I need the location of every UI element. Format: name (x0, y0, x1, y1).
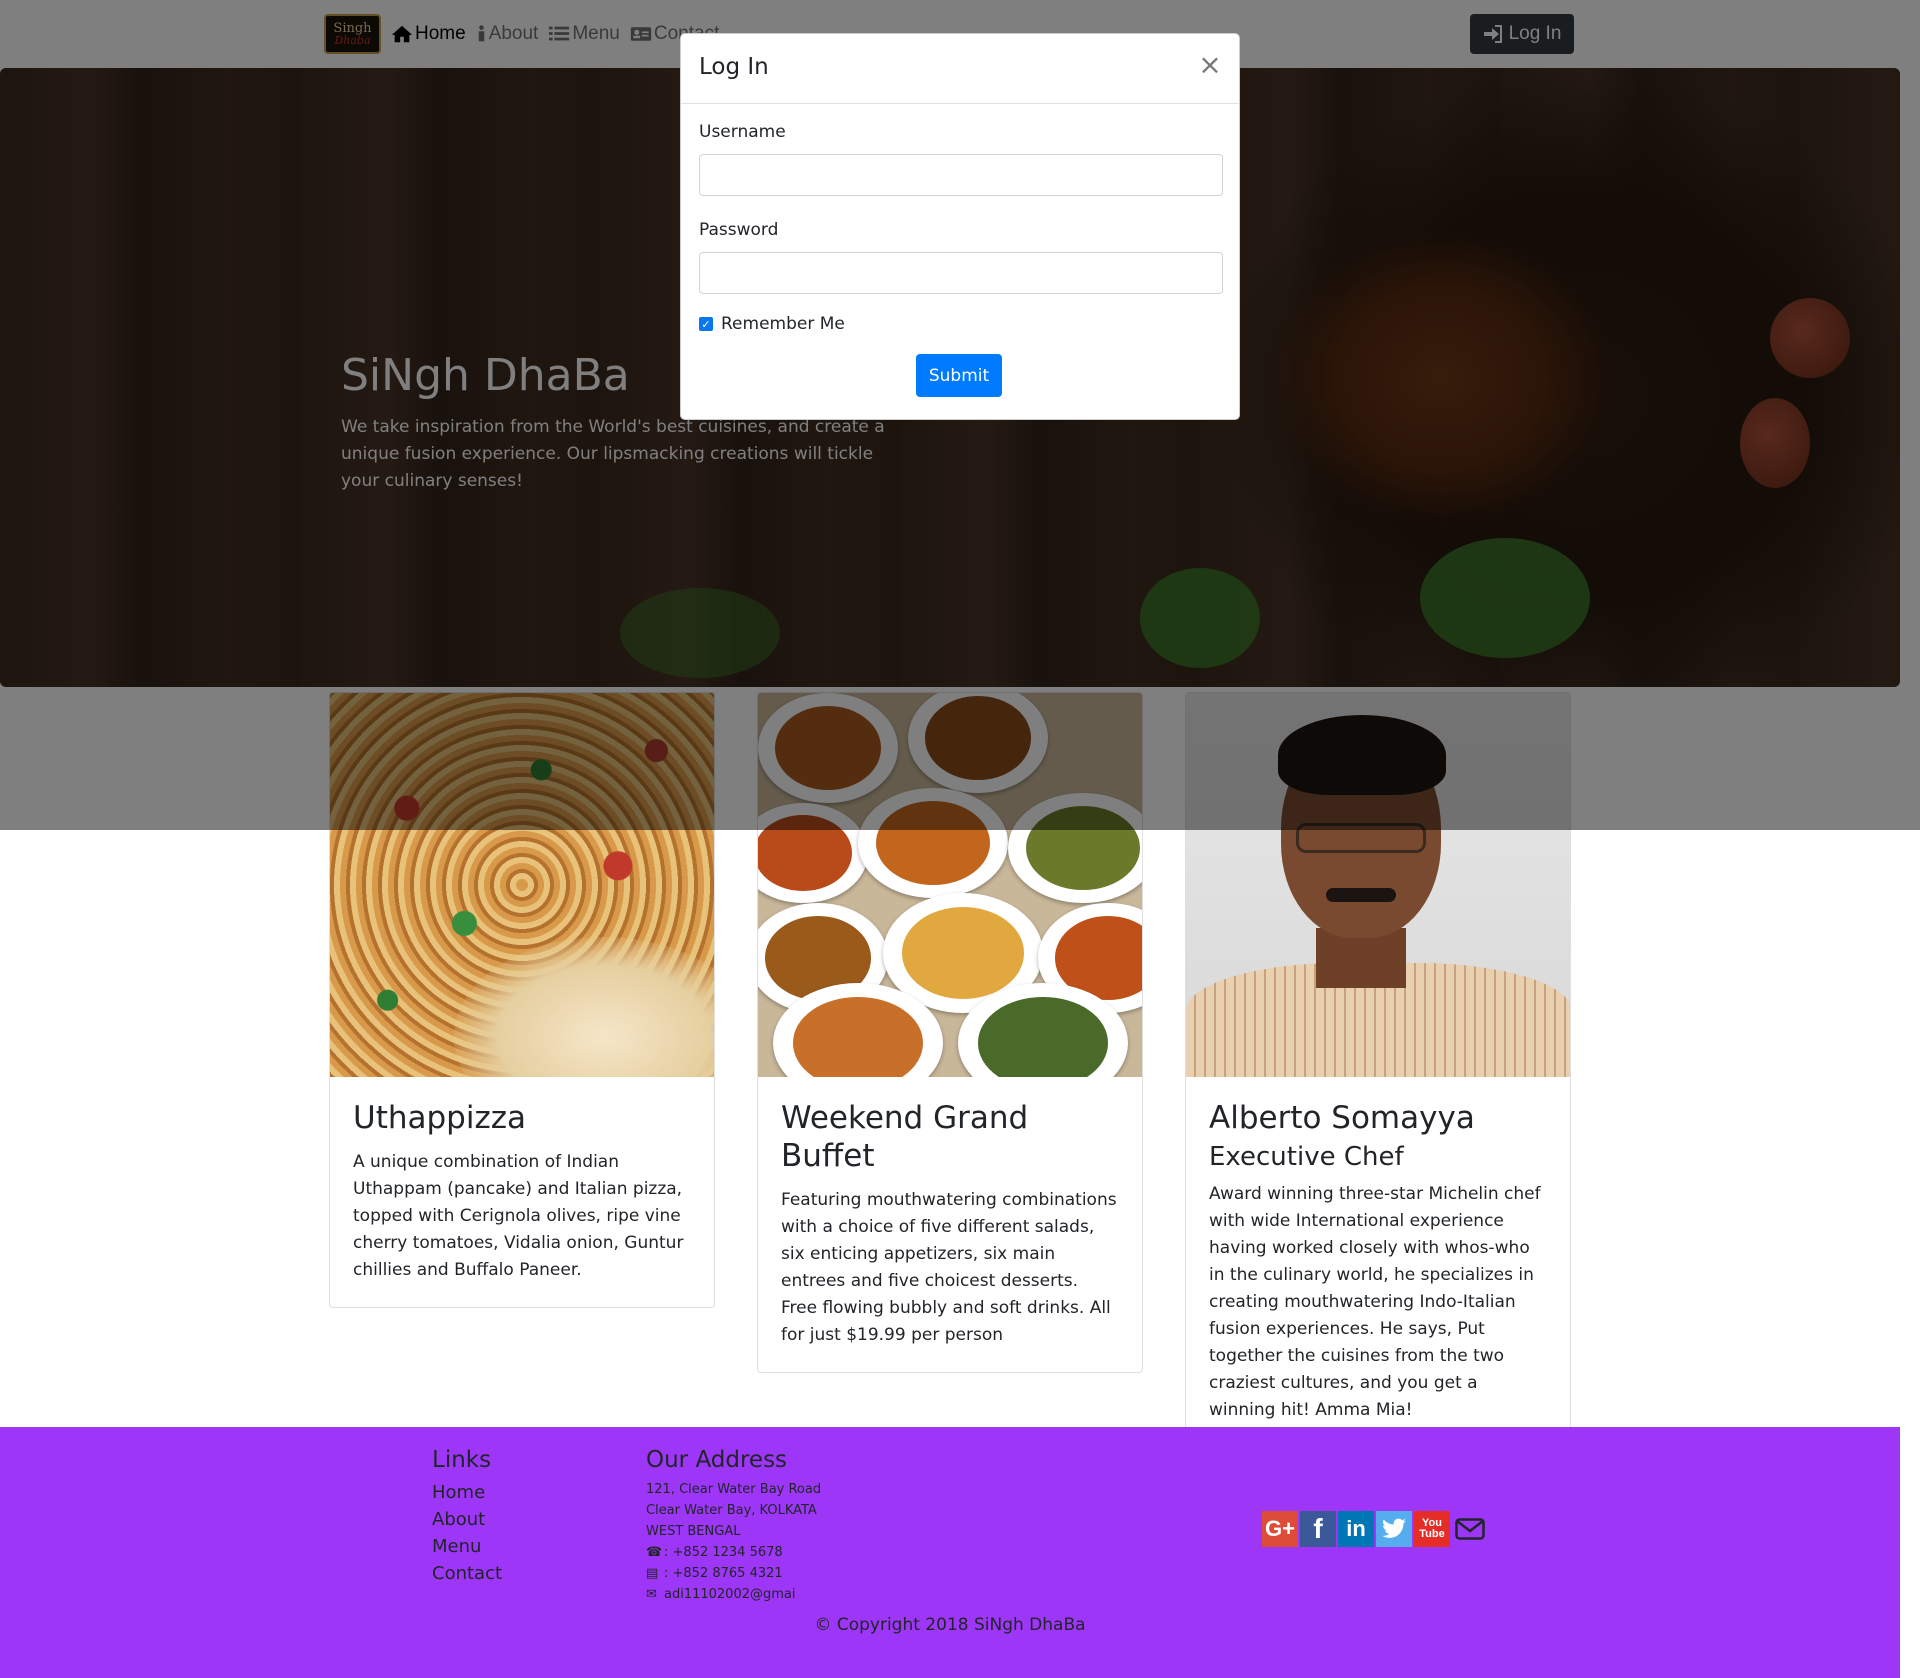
password-label: Password (699, 220, 779, 240)
envelope-small-icon: ✉ (646, 1587, 657, 1602)
modal-title: Log In (699, 54, 769, 80)
card-text: Featuring mouthwatering combinations wit… (781, 1190, 1117, 1345)
remember-me-label: Remember Me (721, 314, 845, 334)
fax-icon: ▤ (646, 1566, 659, 1581)
submit-button[interactable]: Submit (916, 354, 1002, 397)
email-line: ✉ adi11102002@gmai (646, 1584, 821, 1605)
footer-links-list: Home About Menu Contact (432, 1479, 502, 1587)
footer: Links Home About Menu Contact Our Addres… (0, 1427, 1900, 1678)
footer-link-menu[interactable]: Menu (432, 1533, 502, 1560)
footer-address-heading: Our Address (646, 1447, 788, 1473)
fax-number: : +852 8765 4321 (664, 1566, 783, 1581)
remember-me-row: ✓ Remember Me (699, 314, 1221, 334)
username-label: Username (699, 122, 786, 142)
remember-me-checkbox[interactable]: ✓ (699, 317, 713, 331)
footer-link-about[interactable]: About (432, 1506, 502, 1533)
footer-address: Our Address 121, Clear Water Bay Road Cl… (646, 1447, 821, 1605)
address-line: Clear Water Bay, KOLKATA (646, 1503, 817, 1518)
copyright: © Copyright 2018 SiNgh DhaBa (814, 1615, 1086, 1635)
modal-header: Log In × (681, 34, 1239, 104)
login-modal: Log In × Username Password ✓ Remember Me… (680, 33, 1240, 420)
footer-links: Links Home About Menu Contact (432, 1447, 502, 1587)
footer-link-home[interactable]: Home (432, 1479, 502, 1506)
footer-link-contact[interactable]: Contact (432, 1560, 502, 1587)
password-input[interactable] (699, 252, 1223, 294)
card-text: Award winning three-star Michelin chef w… (1209, 1184, 1541, 1420)
card-title: Alberto Somayya (1209, 1100, 1475, 1136)
card-text: A unique combination of Indian Uthappam … (353, 1152, 684, 1280)
card-title: Uthappizza (353, 1100, 526, 1136)
social-links: G+ f in You Tube (1262, 1511, 1488, 1547)
username-input[interactable] (699, 154, 1223, 196)
envelope-icon[interactable] (1452, 1511, 1488, 1547)
card-body: Weekend Grand Buffet Featuring mouthwate… (758, 1077, 1142, 1372)
phone-icon: ☎ (646, 1545, 663, 1560)
footer-links-heading: Links (432, 1447, 492, 1473)
fax-line: ▤ : +852 8765 4321 (646, 1563, 821, 1584)
chef-mustache (1326, 888, 1396, 902)
email-link[interactable]: adi11102002@gmai (664, 1587, 796, 1602)
card-body: Uthappizza A unique combination of India… (330, 1077, 714, 1307)
card-body: Alberto Somayya Executive Chef Award win… (1186, 1077, 1570, 1447)
address-block: 121, Clear Water Bay Road Clear Water Ba… (646, 1479, 821, 1605)
address-line: 121, Clear Water Bay Road (646, 1482, 822, 1497)
modal-body: Username Password ✓ Remember Me Submit (681, 104, 1239, 397)
phone-number: : +852 1234 5678 (664, 1545, 783, 1560)
google-plus-icon[interactable]: G+ (1262, 1511, 1298, 1547)
linkedin-icon[interactable]: in (1338, 1511, 1374, 1547)
address-line: WEST BENGAL (646, 1524, 741, 1539)
youtube-icon[interactable]: You Tube (1414, 1511, 1450, 1547)
twitter-icon[interactable] (1376, 1511, 1412, 1547)
close-icon[interactable]: × (1197, 50, 1223, 80)
card-subtitle: Executive Chef (1209, 1142, 1404, 1172)
card-title: Weekend Grand Buffet (781, 1100, 1029, 1174)
phone-line: ☎: +852 1234 5678 (646, 1542, 821, 1563)
facebook-icon[interactable]: f (1300, 1511, 1336, 1547)
